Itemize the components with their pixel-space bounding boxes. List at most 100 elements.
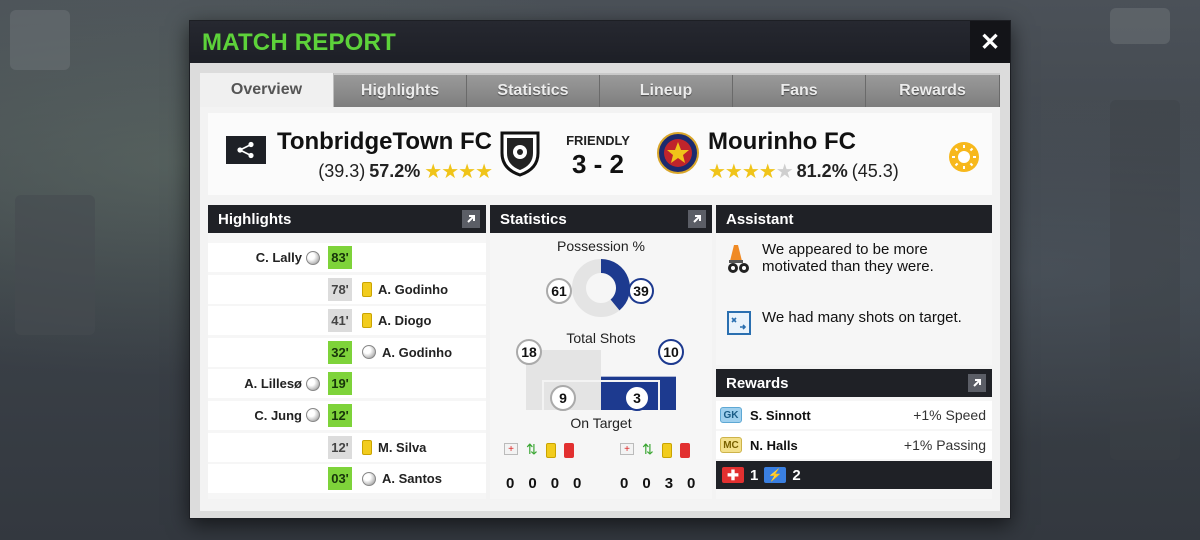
modal-header: MATCH REPORT ✕ bbox=[190, 21, 1010, 63]
highlight-away-side: A. Godinho bbox=[352, 275, 486, 304]
statistics-header: Statistics bbox=[490, 205, 712, 233]
medkit-count: 1 bbox=[750, 466, 759, 484]
home-card-counts: 0000 bbox=[506, 475, 582, 492]
highlight-away-side bbox=[352, 369, 486, 398]
goal-ball-icon bbox=[306, 408, 320, 423]
rewards-title: Rewards bbox=[726, 374, 789, 392]
reward-row: GK S. Sinnott +1% Speed bbox=[716, 401, 992, 429]
highlight-away-side bbox=[352, 243, 486, 272]
goal-ball-icon bbox=[306, 376, 320, 391]
tab-bar: Overview Highlights Statistics Lineup Fa… bbox=[200, 73, 1000, 107]
possession-away-value: 39 bbox=[628, 278, 654, 304]
medkit-icon: ✚ bbox=[722, 467, 744, 483]
assistant-item: We appeared to be more motivated than th… bbox=[726, 241, 972, 275]
tab-rewards[interactable]: Rewards bbox=[866, 75, 1000, 107]
highlight-player: C. Lally bbox=[255, 250, 302, 265]
expand-icon[interactable] bbox=[462, 210, 480, 228]
close-button[interactable]: ✕ bbox=[970, 21, 1010, 63]
highlight-event: M. Silva bbox=[362, 439, 426, 455]
overview-content: TonbridgeTown FC (39.3) 57.2% ★★★★ FRIEN… bbox=[200, 107, 1000, 511]
highlight-minute: 83' bbox=[328, 246, 352, 269]
highlight-away-side: A. Godinho bbox=[352, 338, 486, 367]
highlight-row: C. Jung 12' bbox=[208, 400, 486, 430]
goal-ball-icon bbox=[362, 345, 376, 360]
tab-lineup[interactable]: Lineup bbox=[600, 75, 733, 107]
home-card-icons: + ⇅ bbox=[504, 441, 574, 458]
tab-overview[interactable]: Overview bbox=[200, 73, 334, 107]
background-menu-button bbox=[10, 10, 70, 70]
yellow-card-icon bbox=[545, 443, 556, 458]
possession-label: Possession % bbox=[557, 238, 645, 254]
match-type: FRIENDLY bbox=[566, 133, 630, 148]
expand-icon[interactable] bbox=[688, 210, 706, 228]
assistant-title: Assistant bbox=[726, 210, 794, 228]
share-icon bbox=[237, 141, 254, 159]
reward-player: S. Sinnott bbox=[750, 407, 811, 423]
reward-value: +1% Passing bbox=[903, 437, 986, 453]
on-target-label: On Target bbox=[570, 415, 632, 431]
highlight-minute: 78' bbox=[328, 277, 352, 301]
highlight-home-side: C. Jung bbox=[208, 401, 328, 430]
substitution-icon: ⇅ bbox=[642, 441, 654, 457]
goal-ball-icon bbox=[306, 250, 320, 265]
shots-away-value: 10 bbox=[658, 339, 684, 365]
substitution-icon: ⇅ bbox=[526, 441, 538, 457]
home-crest-icon bbox=[498, 127, 542, 177]
tab-highlights[interactable]: Highlights bbox=[334, 75, 467, 107]
injury-icon: + bbox=[504, 443, 518, 455]
highlight-player: A. Godinho bbox=[382, 344, 453, 360]
highlight-row: 78' A. Godinho bbox=[208, 274, 486, 304]
highlight-home-side: C. Lally bbox=[208, 243, 328, 272]
tab-statistics[interactable]: Statistics bbox=[467, 75, 600, 107]
home-team-stats: (39.3) 57.2% ★★★★ bbox=[318, 159, 493, 184]
rewards-header: Rewards bbox=[716, 369, 992, 397]
away-stars: ★★★★★ bbox=[708, 161, 794, 183]
cones-icon bbox=[728, 245, 749, 273]
away-team-stats: ★★★★★ 81.2% (45.3) bbox=[708, 159, 899, 184]
highlights-list: C. Lally 83' 78' A. Godinho 41' A. Diogo 32' A.… bbox=[208, 233, 486, 494]
possession-away-arc bbox=[600, 259, 630, 311]
highlight-row: A. Lillesø 19' bbox=[208, 369, 486, 399]
match-header: TonbridgeTown FC (39.3) 57.2% ★★★★ FRIEN… bbox=[208, 113, 992, 195]
highlight-home-side bbox=[208, 306, 328, 335]
boost-icon: ⚡ bbox=[764, 467, 787, 483]
highlight-home-side bbox=[208, 275, 328, 304]
shots-chart bbox=[526, 350, 676, 410]
modal-body: Overview Highlights Statistics Lineup Fa… bbox=[200, 73, 1000, 511]
position-badge: MC bbox=[720, 437, 742, 453]
red-card-icon bbox=[563, 443, 574, 458]
highlight-minute: 41' bbox=[328, 309, 352, 333]
share-button[interactable] bbox=[226, 136, 266, 164]
boost-count: 2 bbox=[792, 466, 801, 484]
highlight-event: A. Diogo bbox=[362, 313, 431, 329]
modal-title: MATCH REPORT bbox=[202, 29, 396, 56]
highlight-home-side bbox=[208, 464, 328, 493]
assistant-item-text: We had many shots on target. bbox=[762, 309, 962, 326]
highlight-away-side: A. Diogo bbox=[352, 306, 486, 335]
highlight-minute: 12' bbox=[328, 435, 352, 459]
rewards-panel: Rewards GK S. Sinnott +1% Speed MC N. Ha… bbox=[716, 369, 992, 499]
highlight-away-side: A. Santos bbox=[352, 464, 486, 493]
background-side-panel bbox=[15, 195, 95, 335]
highlight-player: A. Santos bbox=[382, 471, 442, 487]
sun-icon bbox=[948, 141, 980, 173]
home-rating: (39.3) bbox=[318, 161, 366, 181]
highlight-minute: 32' bbox=[328, 340, 352, 364]
highlight-player: A. Lillesø bbox=[244, 376, 302, 392]
reward-value: +1% Speed bbox=[913, 407, 986, 423]
highlight-event: A. Lillesø bbox=[244, 376, 320, 391]
assistant-item-text: We appeared to be more motivated than th… bbox=[762, 241, 934, 275]
match-report-modal: MATCH REPORT ✕ Overview Highlights Stati… bbox=[189, 20, 1011, 519]
highlight-minute: 03' bbox=[328, 467, 352, 491]
highlight-row: 32' A. Godinho bbox=[208, 337, 486, 367]
statistics-title: Statistics bbox=[500, 210, 567, 228]
away-crest-icon bbox=[656, 131, 700, 175]
tab-fans[interactable]: Fans bbox=[733, 75, 866, 107]
highlight-home-side: A. Lillesø bbox=[208, 369, 328, 398]
highlight-player: A. Godinho bbox=[378, 281, 449, 297]
home-stars: ★★★★ bbox=[424, 161, 493, 183]
highlight-row: 12' M. Silva bbox=[208, 432, 486, 462]
expand-icon[interactable] bbox=[968, 374, 986, 392]
red-card-icon bbox=[679, 443, 690, 458]
position-badge: GK bbox=[720, 407, 742, 423]
